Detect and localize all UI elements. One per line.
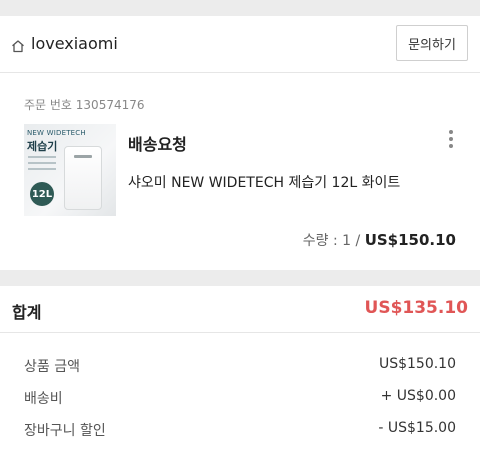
thumbnail-title: 제습기 — [27, 140, 58, 153]
total-label: 합계 — [12, 303, 42, 322]
thumbnail-text-lines — [28, 156, 56, 174]
summary-line-label: 배송비 — [24, 391, 63, 407]
capacity-badge: 12L — [30, 182, 54, 206]
quantity-price-line: 수량 : 1 / US$150.10 — [303, 230, 456, 250]
home-icon[interactable] — [11, 38, 25, 53]
summary-line-value: - US$15.00 — [378, 420, 456, 436]
order-status: 배송요청 — [128, 135, 187, 154]
store-header: lovexiaomi 문의하기 — [0, 16, 480, 73]
summary-line-cart-discount: 장바구니 할인 - US$15.00 — [24, 420, 456, 440]
payment-summary-card: 합계 US$135.10 상품 금액 US$150.10 배송비 + US$0.… — [0, 286, 480, 458]
summary-line-value: + US$0.00 — [380, 388, 456, 404]
summary-line-value: US$150.10 — [378, 356, 456, 372]
summary-line-shipping: 배송비 + US$0.00 — [24, 388, 456, 408]
inquiry-button[interactable]: 문의하기 — [396, 25, 468, 61]
product-name[interactable]: 샤오미 NEW WIDETECH 제습기 12L 화이트 — [128, 172, 400, 192]
summary-line-label: 상품 금액 — [24, 359, 80, 375]
total-row: 합계 US$135.10 — [0, 286, 480, 333]
more-options-icon[interactable] — [449, 130, 453, 150]
store-name[interactable]: lovexiaomi — [31, 34, 118, 53]
summary-line-label: 장바구니 할인 — [24, 423, 106, 439]
summary-line-product-amount: 상품 금액 US$150.10 — [24, 356, 456, 376]
total-value: US$135.10 — [364, 298, 468, 318]
item-price: US$150.10 — [364, 231, 456, 249]
order-card: lovexiaomi 문의하기 주문 번호 130574176 NEW WIDE… — [0, 16, 480, 270]
order-number: 주문 번호 130574176 — [24, 98, 145, 112]
product-thumbnail[interactable]: NEW WIDETECH 제습기 12L — [24, 124, 116, 216]
quantity-text: 수량 : 1 / — [302, 233, 365, 249]
dehumidifier-image — [64, 146, 102, 210]
thumbnail-brand: NEW WIDETECH — [27, 129, 86, 137]
